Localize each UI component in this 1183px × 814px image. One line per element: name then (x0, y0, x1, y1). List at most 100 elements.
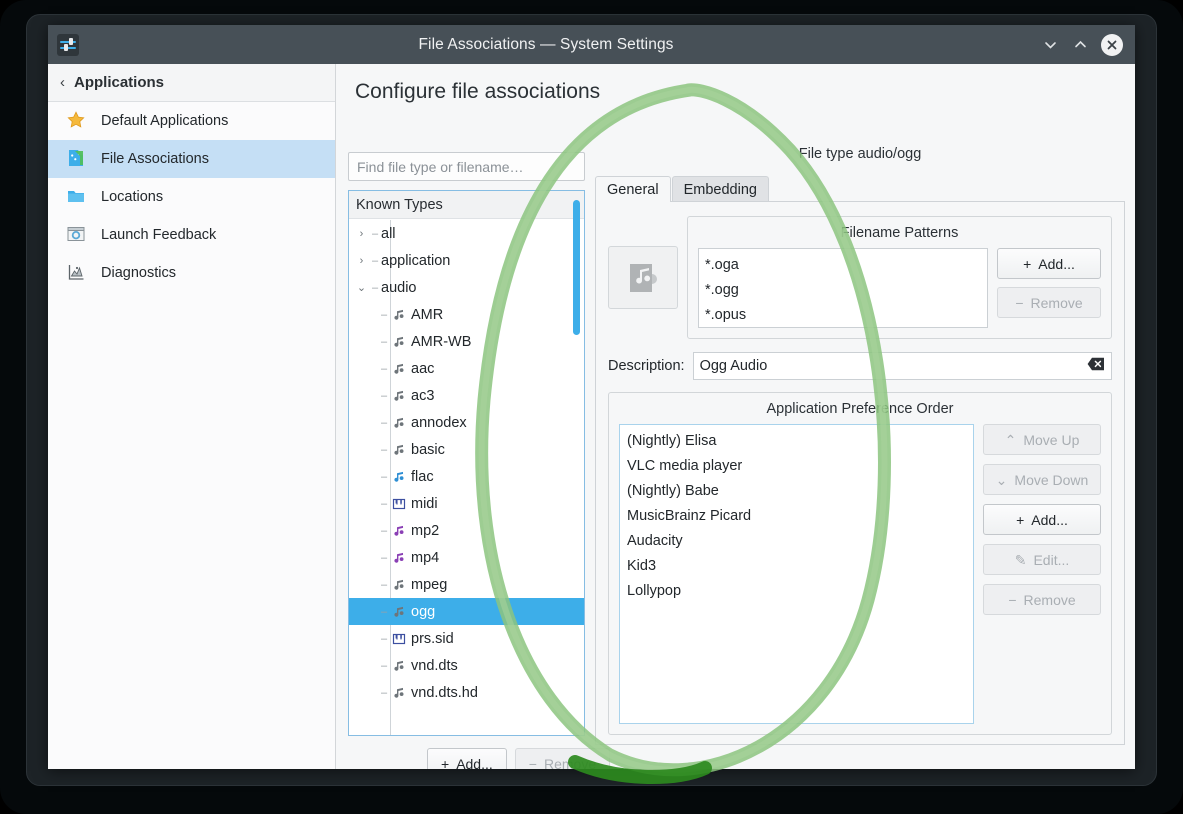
sidebar-item-launch-feedback[interactable]: Launch Feedback (48, 216, 335, 254)
chevron-right-icon[interactable]: › (354, 255, 369, 267)
sidebar-item-diagnostics[interactable]: Diagnostics (48, 254, 335, 292)
chevron-right-icon[interactable]: › (354, 228, 369, 240)
note-gray-icon (390, 362, 408, 376)
tree-branch-dash: – (378, 687, 390, 699)
tree-branch-dash: – (378, 336, 390, 348)
preference-order-item[interactable]: (Nightly) Babe (627, 479, 966, 504)
tree-branch-dash: – (378, 390, 390, 402)
clear-text-icon[interactable] (1087, 357, 1105, 376)
tree-row-label: mp2 (411, 523, 439, 539)
tree-branch-dash: – (378, 579, 390, 591)
application-preference-order-group: Application Preference Order (Nightly) E… (608, 392, 1112, 735)
note-blue-icon (390, 470, 408, 484)
tree-row-vnd-dts-hd[interactable]: –vnd.dts.hd (349, 679, 584, 706)
tree-row-all[interactable]: ›–all (349, 220, 584, 247)
sliders-icon (57, 34, 79, 56)
page-title: Configure file associations (355, 80, 600, 104)
filename-pattern-item[interactable]: *.opus (705, 303, 981, 328)
tree-row-label: basic (411, 442, 445, 458)
tree-row-label: flac (411, 469, 434, 485)
file-type-detail: File type audio/ogg General Embedding (595, 144, 1125, 744)
tree-row-ac3[interactable]: –ac3 (349, 382, 584, 409)
button-glyph-icon: ⌃ (1005, 433, 1017, 447)
tree-row-amr-wb[interactable]: –AMR-WB (349, 328, 584, 355)
filename-pattern-item[interactable]: *.ogg (705, 278, 981, 303)
tree-row-amr[interactable]: –AMR (349, 301, 584, 328)
tree-row-mp2[interactable]: –mp2 (349, 517, 584, 544)
tree-add-button[interactable]: + Add... (427, 748, 507, 769)
preference-order-item[interactable]: VLC media player (627, 454, 966, 479)
filename-patterns-list[interactable]: *.oga*.ogg*.opus (698, 248, 988, 328)
search-input[interactable] (348, 152, 585, 181)
tree-row-label: all (381, 226, 396, 242)
preference-order-list[interactable]: (Nightly) ElisaVLC media player(Nightly)… (619, 424, 974, 724)
note-gray-icon (390, 659, 408, 673)
tree-branch-dash: – (369, 255, 381, 267)
tree-row-prs-sid[interactable]: –prs.sid (349, 625, 584, 652)
chevron-down-icon[interactable] (1035, 30, 1065, 60)
close-icon[interactable] (1101, 34, 1123, 56)
note-gray-icon (390, 308, 408, 322)
filename-pattern-item[interactable]: *.oga (705, 253, 981, 278)
tree-row-mp4[interactable]: –mp4 (349, 544, 584, 571)
tree-row-audio[interactable]: ⌄–audio (349, 274, 584, 301)
tree-branch-dash: – (378, 606, 390, 618)
pattern-add-button[interactable]: + Add... (997, 248, 1101, 279)
sidebar-back-header[interactable]: ‹ Applications (48, 64, 335, 102)
tree-row-annodex[interactable]: –annodex (349, 409, 584, 436)
move-up-button[interactable]: ⌃ Move Up (983, 424, 1101, 455)
tree-scroll-area[interactable]: ›–all›–application⌄–audio–AMR–AMR-WB–aac… (349, 220, 584, 735)
tree-row-ogg[interactable]: –ogg (349, 598, 584, 625)
button-label: Move Up (1023, 432, 1079, 448)
tree-row-label: midi (411, 496, 438, 512)
tree-scrollbar-thumb[interactable] (573, 200, 580, 335)
tab-embedding[interactable]: Embedding (672, 176, 769, 202)
tree-row-basic[interactable]: –basic (349, 436, 584, 463)
preference-order-item[interactable]: (Nightly) Elisa (627, 429, 966, 454)
general-tab-panel: Filename Patterns *.oga*.ogg*.opus + Add… (595, 201, 1125, 745)
sidebar-item-label: Default Applications (101, 113, 228, 129)
file-associations-icon (66, 148, 88, 170)
remove-button[interactable]: −Remove (983, 584, 1101, 615)
pattern-remove-button[interactable]: − Remove (997, 287, 1101, 318)
note-gray-icon (390, 443, 408, 457)
move-down-button[interactable]: ⌄Move Down (983, 464, 1101, 495)
tree-row-aac[interactable]: –aac (349, 355, 584, 382)
preference-order-item[interactable]: Kid3 (627, 554, 966, 579)
diagnostics-icon (66, 262, 88, 284)
known-types-tree[interactable]: Known Types ›–all›–application⌄–audio–AM… (348, 190, 585, 736)
sidebar-item-label: Diagnostics (101, 265, 176, 281)
sidebar-item-locations[interactable]: Locations (48, 178, 335, 216)
description-field[interactable]: Ogg Audio (693, 352, 1112, 380)
edit-button[interactable]: ✎Edit... (983, 544, 1101, 575)
note-gray-icon (390, 686, 408, 700)
tree-branch-dash: – (378, 660, 390, 672)
tab-general[interactable]: General (595, 176, 671, 202)
tree-row-label: vnd.dts (411, 658, 458, 674)
preference-order-buttons: ⌃ Move Up ⌄Move Down +Add... ✎Edit... −Remove (983, 424, 1101, 724)
preference-order-item[interactable]: MusicBrainz Picard (627, 504, 966, 529)
note-gray-icon (390, 578, 408, 592)
chevron-up-icon[interactable] (1065, 30, 1095, 60)
sidebar-item-default-applications[interactable]: Default Applications (48, 102, 335, 140)
chevron-down-icon[interactable]: ⌄ (354, 281, 369, 294)
sidebar-item-file-associations[interactable]: File Associations (48, 140, 335, 178)
tree-row-midi[interactable]: –midi (349, 490, 584, 517)
audio-file-icon[interactable] (608, 246, 678, 309)
minus-icon: − (529, 757, 537, 770)
preference-order-item[interactable]: Lollypop (627, 579, 966, 604)
tree-remove-button[interactable]: − Remove (515, 748, 610, 769)
tree-row-label: aac (411, 361, 434, 377)
tree-row-label: annodex (411, 415, 467, 431)
tree-row-label: mpeg (411, 577, 447, 593)
tree-row-application[interactable]: ›–application (349, 247, 584, 274)
tree-row-vnd-dts[interactable]: – vnd.dts (349, 652, 584, 679)
tree-row-mpeg[interactable]: – mpeg (349, 571, 584, 598)
tree-branch-dash: – (369, 282, 381, 294)
tree-rows: ›–all›–application⌄–audio–AMR–AMR-WB–aac… (349, 220, 584, 706)
preference-order-item[interactable]: Audacity (627, 529, 966, 554)
add-button[interactable]: +Add... (983, 504, 1101, 535)
tree-row-flac[interactable]: –flac (349, 463, 584, 490)
button-glyph-icon: + (1016, 513, 1024, 527)
folder-icon (66, 186, 88, 208)
